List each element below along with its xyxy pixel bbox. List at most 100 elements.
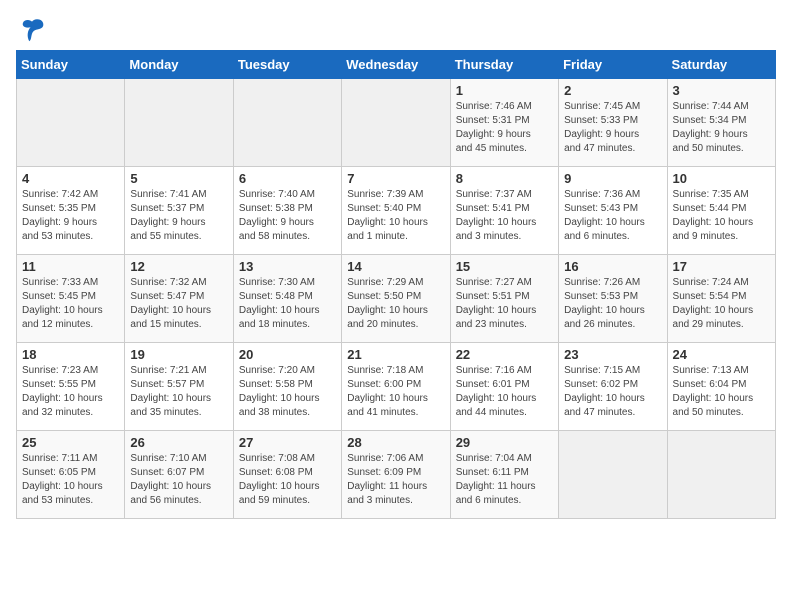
header — [16, 16, 776, 38]
calendar-cell: 3 Sunrise: 7:44 AM Sunset: 5:34 PM Daylig… — [667, 79, 775, 167]
day-number: 8 — [456, 171, 553, 186]
calendar-table: SundayMondayTuesdayWednesdayThursdayFrid… — [16, 50, 776, 519]
weekday-header: Friday — [559, 51, 667, 79]
weekday-header: Saturday — [667, 51, 775, 79]
day-number: 13 — [239, 259, 336, 274]
day-info: Sunrise: 7:16 AM Sunset: 6:01 PM Dayligh… — [456, 364, 553, 420]
day-number: 2 — [564, 83, 661, 98]
calendar-cell: 2 Sunrise: 7:45 AM Sunset: 5:33 PM Daylig… — [559, 79, 667, 167]
day-info: Sunrise: 7:27 AM Sunset: 5:51 PM Dayligh… — [456, 276, 553, 332]
calendar-cell: 13 Sunrise: 7:30 AM Sunset: 5:48 PM Dayli… — [233, 255, 341, 343]
day-number: 24 — [673, 347, 770, 362]
day-info: Sunrise: 7:15 AM Sunset: 6:02 PM Dayligh… — [564, 364, 661, 420]
day-info: Sunrise: 7:32 AM Sunset: 5:47 PM Dayligh… — [130, 276, 227, 332]
day-info: Sunrise: 7:42 AM Sunset: 5:35 PM Dayligh… — [22, 188, 119, 244]
calendar-cell: 22 Sunrise: 7:16 AM Sunset: 6:01 PM Dayli… — [450, 343, 558, 431]
weekday-header: Thursday — [450, 51, 558, 79]
calendar-cell: 27 Sunrise: 7:08 AM Sunset: 6:08 PM Dayli… — [233, 431, 341, 519]
weekday-header: Sunday — [17, 51, 125, 79]
day-info: Sunrise: 7:13 AM Sunset: 6:04 PM Dayligh… — [673, 364, 770, 420]
calendar-cell — [17, 79, 125, 167]
day-number: 23 — [564, 347, 661, 362]
day-number: 12 — [130, 259, 227, 274]
day-number: 21 — [347, 347, 444, 362]
calendar-cell: 25 Sunrise: 7:11 AM Sunset: 6:05 PM Dayli… — [17, 431, 125, 519]
day-number: 16 — [564, 259, 661, 274]
day-number: 18 — [22, 347, 119, 362]
day-info: Sunrise: 7:40 AM Sunset: 5:38 PM Dayligh… — [239, 188, 336, 244]
calendar-cell: 14 Sunrise: 7:29 AM Sunset: 5:50 PM Dayli… — [342, 255, 450, 343]
day-number: 25 — [22, 435, 119, 450]
day-info: Sunrise: 7:29 AM Sunset: 5:50 PM Dayligh… — [347, 276, 444, 332]
day-info: Sunrise: 7:11 AM Sunset: 6:05 PM Dayligh… — [22, 452, 119, 508]
calendar-cell: 5 Sunrise: 7:41 AM Sunset: 5:37 PM Daylig… — [125, 167, 233, 255]
calendar-cell — [125, 79, 233, 167]
calendar-cell: 24 Sunrise: 7:13 AM Sunset: 6:04 PM Dayli… — [667, 343, 775, 431]
day-info: Sunrise: 7:26 AM Sunset: 5:53 PM Dayligh… — [564, 276, 661, 332]
day-number: 4 — [22, 171, 119, 186]
day-info: Sunrise: 7:33 AM Sunset: 5:45 PM Dayligh… — [22, 276, 119, 332]
calendar-cell: 8 Sunrise: 7:37 AM Sunset: 5:41 PM Daylig… — [450, 167, 558, 255]
day-info: Sunrise: 7:06 AM Sunset: 6:09 PM Dayligh… — [347, 452, 444, 508]
calendar-cell: 1 Sunrise: 7:46 AM Sunset: 5:31 PM Daylig… — [450, 79, 558, 167]
day-number: 7 — [347, 171, 444, 186]
calendar-cell: 7 Sunrise: 7:39 AM Sunset: 5:40 PM Daylig… — [342, 167, 450, 255]
day-info: Sunrise: 7:44 AM Sunset: 5:34 PM Dayligh… — [673, 100, 770, 156]
day-info: Sunrise: 7:35 AM Sunset: 5:44 PM Dayligh… — [673, 188, 770, 244]
day-info: Sunrise: 7:21 AM Sunset: 5:57 PM Dayligh… — [130, 364, 227, 420]
day-number: 10 — [673, 171, 770, 186]
calendar-cell: 21 Sunrise: 7:18 AM Sunset: 6:00 PM Dayli… — [342, 343, 450, 431]
calendar-cell: 29 Sunrise: 7:04 AM Sunset: 6:11 PM Dayli… — [450, 431, 558, 519]
day-number: 22 — [456, 347, 553, 362]
calendar-cell — [342, 79, 450, 167]
calendar-cell: 19 Sunrise: 7:21 AM Sunset: 5:57 PM Dayli… — [125, 343, 233, 431]
day-number: 15 — [456, 259, 553, 274]
logo — [16, 16, 46, 38]
day-info: Sunrise: 7:18 AM Sunset: 6:00 PM Dayligh… — [347, 364, 444, 420]
day-number: 14 — [347, 259, 444, 274]
calendar-cell: 28 Sunrise: 7:06 AM Sunset: 6:09 PM Dayli… — [342, 431, 450, 519]
day-number: 28 — [347, 435, 444, 450]
calendar-cell: 10 Sunrise: 7:35 AM Sunset: 5:44 PM Dayli… — [667, 167, 775, 255]
calendar-cell: 18 Sunrise: 7:23 AM Sunset: 5:55 PM Dayli… — [17, 343, 125, 431]
day-info: Sunrise: 7:20 AM Sunset: 5:58 PM Dayligh… — [239, 364, 336, 420]
day-number: 20 — [239, 347, 336, 362]
calendar-cell: 4 Sunrise: 7:42 AM Sunset: 5:35 PM Daylig… — [17, 167, 125, 255]
day-number: 26 — [130, 435, 227, 450]
weekday-header: Monday — [125, 51, 233, 79]
logo-bird-icon — [18, 16, 46, 44]
day-info: Sunrise: 7:36 AM Sunset: 5:43 PM Dayligh… — [564, 188, 661, 244]
weekday-header: Wednesday — [342, 51, 450, 79]
day-info: Sunrise: 7:08 AM Sunset: 6:08 PM Dayligh… — [239, 452, 336, 508]
calendar-cell: 11 Sunrise: 7:33 AM Sunset: 5:45 PM Dayli… — [17, 255, 125, 343]
day-number: 11 — [22, 259, 119, 274]
day-info: Sunrise: 7:46 AM Sunset: 5:31 PM Dayligh… — [456, 100, 553, 156]
day-number: 5 — [130, 171, 227, 186]
day-info: Sunrise: 7:45 AM Sunset: 5:33 PM Dayligh… — [564, 100, 661, 156]
calendar-cell: 16 Sunrise: 7:26 AM Sunset: 5:53 PM Dayli… — [559, 255, 667, 343]
day-info: Sunrise: 7:41 AM Sunset: 5:37 PM Dayligh… — [130, 188, 227, 244]
day-info: Sunrise: 7:10 AM Sunset: 6:07 PM Dayligh… — [130, 452, 227, 508]
day-number: 9 — [564, 171, 661, 186]
day-number: 1 — [456, 83, 553, 98]
day-info: Sunrise: 7:04 AM Sunset: 6:11 PM Dayligh… — [456, 452, 553, 508]
day-info: Sunrise: 7:37 AM Sunset: 5:41 PM Dayligh… — [456, 188, 553, 244]
day-number: 29 — [456, 435, 553, 450]
calendar-cell — [559, 431, 667, 519]
day-number: 27 — [239, 435, 336, 450]
day-info: Sunrise: 7:24 AM Sunset: 5:54 PM Dayligh… — [673, 276, 770, 332]
day-info: Sunrise: 7:23 AM Sunset: 5:55 PM Dayligh… — [22, 364, 119, 420]
day-number: 17 — [673, 259, 770, 274]
calendar-cell — [233, 79, 341, 167]
calendar-cell: 12 Sunrise: 7:32 AM Sunset: 5:47 PM Dayli… — [125, 255, 233, 343]
day-number: 3 — [673, 83, 770, 98]
calendar-cell — [667, 431, 775, 519]
calendar-cell: 15 Sunrise: 7:27 AM Sunset: 5:51 PM Dayli… — [450, 255, 558, 343]
calendar-cell: 6Sunrise: 7:40 AM Sunset: 5:38 PM Daylig… — [233, 167, 341, 255]
day-info: Sunrise: 7:39 AM Sunset: 5:40 PM Dayligh… — [347, 188, 444, 244]
calendar-cell: 9 Sunrise: 7:36 AM Sunset: 5:43 PM Daylig… — [559, 167, 667, 255]
calendar-cell: 20 Sunrise: 7:20 AM Sunset: 5:58 PM Dayli… — [233, 343, 341, 431]
day-number: 19 — [130, 347, 227, 362]
day-info: Sunrise: 7:30 AM Sunset: 5:48 PM Dayligh… — [239, 276, 336, 332]
calendar-cell: 26 Sunrise: 7:10 AM Sunset: 6:07 PM Dayli… — [125, 431, 233, 519]
